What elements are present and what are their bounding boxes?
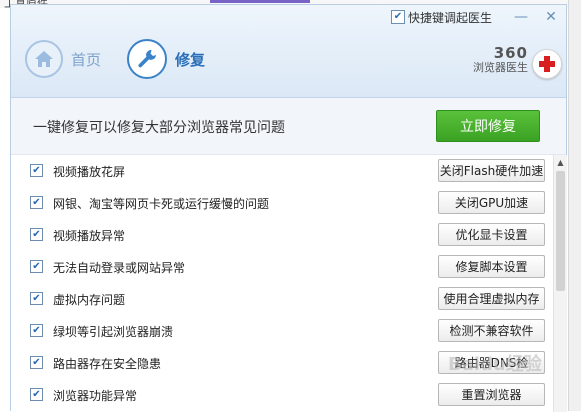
issue-checkbox[interactable]: ✔ [30, 388, 43, 401]
issue-action-button[interactable]: 使用合理虚拟内存 [438, 287, 545, 310]
issue-label: 网银、淘宝等网页卡死或运行缓慢的问题 [53, 197, 270, 211]
issue-list-scrollbar[interactable]: ▲ [553, 155, 567, 412]
background-selection-bar [210, 0, 310, 3]
hotkey-checkbox[interactable]: ✔ [390, 10, 405, 24]
issue-checkbox[interactable]: ✔ [30, 292, 43, 305]
wrench-icon [127, 39, 168, 79]
close-icon: ✕ [545, 9, 557, 25]
issue-row: ✔ 虚拟内存问题 使用合理虚拟内存 [11, 283, 553, 315]
issue-label: 路由器存在安全隐患 [53, 357, 162, 371]
brand-block: 360 浏览器医生 [473, 45, 528, 75]
issue-action-button[interactable]: 重置浏览器 [438, 383, 545, 406]
issue-label: 浏览器功能异常 [53, 389, 138, 403]
issue-action-button[interactable]: 优化显卡设置 [438, 223, 545, 246]
issue-checkbox[interactable]: ✔ [30, 164, 43, 177]
red-cross-icon [532, 49, 562, 79]
issue-label: 绿坝等引起浏览器崩溃 [53, 325, 174, 339]
brand-number: 360 [493, 44, 528, 62]
issue-row: ✔ 网银、淘宝等网页卡死或运行缓慢的问题 关闭GPU加速 [11, 187, 553, 219]
issue-label: 视频播放异常 [53, 229, 126, 243]
nav-item-repair[interactable]: 修复 [127, 39, 205, 79]
home-icon [25, 40, 63, 78]
issue-checkbox[interactable]: ✔ [30, 196, 43, 209]
issue-label: 虚拟内存问题 [53, 293, 126, 307]
issue-checkbox[interactable]: ✔ [30, 228, 43, 241]
issue-row: ✔ 视频播放异常 优化显卡设置 [11, 219, 553, 251]
minimize-button[interactable]: — [506, 7, 536, 27]
nav-item-home[interactable]: 首页 [25, 40, 101, 78]
watermark-text: Baidu经验 [448, 354, 542, 375]
repair-promo-bar: 一键修复可以修复大部分浏览器常见问题 立即修复 [11, 98, 566, 155]
window-header: ✔ 快捷键调起医生 — ✕ 首页 修复 360 浏览器医生 [11, 5, 566, 98]
scroll-up-arrow-icon[interactable]: ▲ [554, 155, 567, 169]
title-bar-controls: ✔ 快捷键调起医生 — ✕ [390, 5, 566, 29]
main-nav: 首页 修复 [25, 39, 231, 79]
promo-text: 一键修复可以修复大部分浏览器常见问题 [33, 120, 285, 136]
close-button[interactable]: ✕ [536, 7, 566, 27]
issue-row: ✔ 无法自动登录或网站异常 修复脚本设置 [11, 251, 553, 283]
background-window-edge [568, 0, 581, 411]
scroll-thumb[interactable] [556, 171, 565, 291]
minimize-icon: — [514, 9, 528, 25]
nav-label-home: 首页 [71, 50, 102, 69]
issue-label: 无法自动登录或网站异常 [53, 261, 186, 275]
issue-checkbox[interactable]: ✔ [30, 260, 43, 273]
hotkey-option[interactable]: ✔ 快捷键调起医生 [390, 9, 492, 26]
issue-row: ✔ 绿坝等引起浏览器崩溃 检测不兼容软件 [11, 315, 553, 347]
issue-action-button[interactable]: 修复脚本设置 [438, 255, 545, 278]
repair-now-button[interactable]: 立即修复 [436, 110, 540, 142]
issue-checkbox[interactable]: ✔ [30, 324, 43, 337]
issue-action-button[interactable]: 关闭GPU加速 [438, 191, 545, 214]
issue-action-button[interactable]: 关闭Flash硬件加速 [438, 159, 545, 182]
brand-subtitle: 浏览器医生 [473, 61, 528, 74]
issue-row: ✔ 视频播放花屏 关闭Flash硬件加速 [11, 155, 553, 187]
issue-row: ✔ 浏览器功能异常 重置浏览器 [11, 379, 553, 411]
issue-action-button[interactable]: 检测不兼容软件 [438, 319, 545, 342]
issue-label: 视频播放花屏 [53, 165, 126, 179]
hotkey-label: 快捷键调起医生 [407, 10, 492, 25]
nav-label-repair: 修复 [175, 50, 206, 69]
issue-checkbox[interactable]: ✔ [30, 356, 43, 369]
